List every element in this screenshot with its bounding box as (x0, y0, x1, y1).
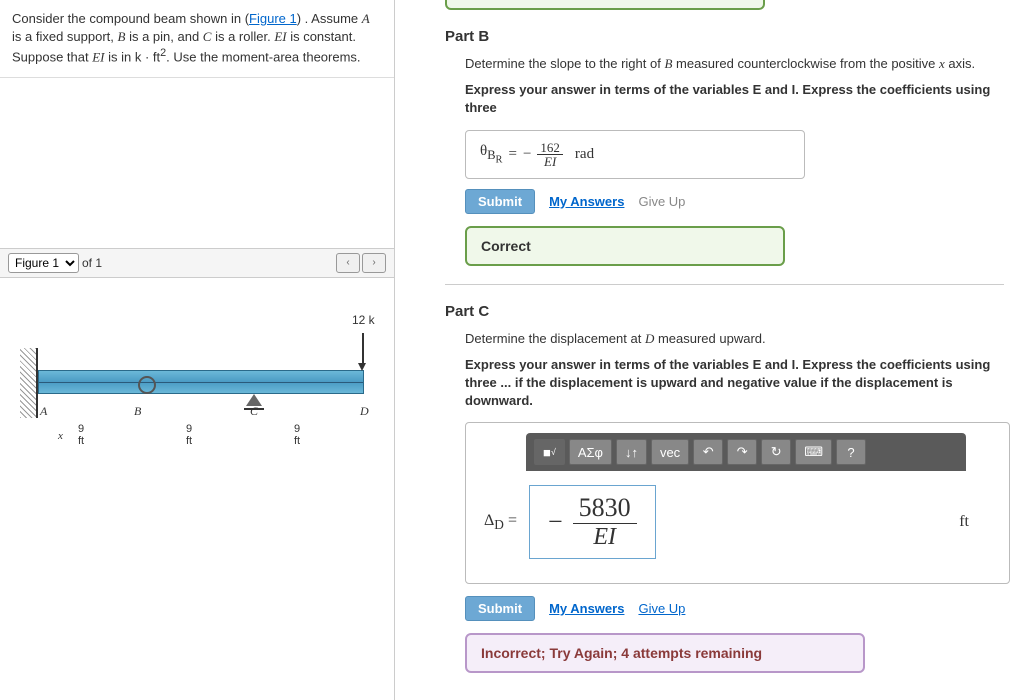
tool-keyboard-icon[interactable]: ⌨ (795, 439, 832, 465)
figure-of-label: of 1 (82, 256, 102, 270)
part-b-answer-display: θBR = − 162EI rad (465, 130, 805, 179)
figure-select[interactable]: Figure 1 (8, 253, 79, 273)
tool-redo-icon[interactable]: ↷ (727, 439, 757, 465)
part-c-my-answers-link[interactable]: My Answers (549, 601, 624, 616)
part-b-my-answers-link[interactable]: My Answers (549, 194, 624, 209)
correct-feedback-top (445, 0, 765, 10)
tool-undo-icon[interactable]: ↶ (693, 439, 723, 465)
part-b-giveup[interactable]: Give Up (638, 194, 685, 209)
figure-prev-button[interactable]: ‹ (336, 253, 360, 273)
figure-link[interactable]: Figure 1 (249, 11, 297, 26)
part-c-incorrect-feedback: Incorrect; Try Again; 4 attempts remaini… (465, 633, 865, 673)
part-c-instruction: Determine the displacement at D measured… (465, 330, 1004, 348)
tool-help-icon[interactable]: ? (836, 439, 866, 465)
figure-next-button[interactable]: › (362, 253, 386, 273)
part-b-submit-button[interactable]: Submit (465, 189, 535, 214)
part-c-unit: ft (959, 513, 969, 531)
part-c-title: Part C (445, 303, 1004, 320)
part-c-express: Express your answer in terms of the vari… (465, 356, 1004, 411)
part-b-express: Express your answer in terms of the vari… (465, 81, 1004, 117)
part-b-correct-feedback: Correct (465, 226, 785, 266)
tool-subscript-icon[interactable]: ↓↑ (616, 439, 647, 465)
part-b-instruction: Determine the slope to the right of B me… (465, 55, 1004, 73)
problem-statement: Consider the compound beam shown in (Fig… (0, 0, 394, 78)
part-c-giveup-link[interactable]: Give Up (638, 601, 685, 616)
tool-greek-icon[interactable]: ΑΣφ (569, 439, 612, 465)
figure-header: Figure 1 of 1 ‹ › (0, 248, 394, 278)
math-toolbar: ■√ ΑΣφ ↓↑ vec ↶ ↷ ↻ ⌨ ? (526, 433, 966, 471)
part-c-answer-input[interactable]: − 5830EI (529, 485, 656, 559)
tool-reset-icon[interactable]: ↻ (761, 439, 791, 465)
tool-template-icon[interactable]: ■√ (534, 439, 565, 465)
part-b-title: Part B (445, 28, 1004, 45)
tool-vec-button[interactable]: vec (651, 439, 689, 465)
figure-diagram: 12 k A B C D x 9 ft 9 ft 9 ft (0, 278, 394, 558)
part-c-submit-button[interactable]: Submit (465, 596, 535, 621)
